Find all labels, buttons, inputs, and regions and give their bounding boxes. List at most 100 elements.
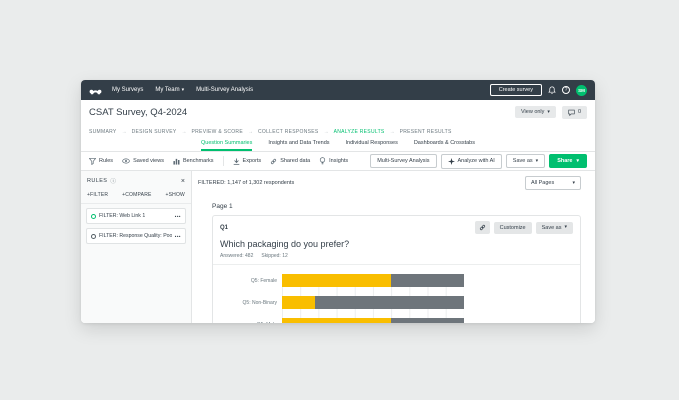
bar-segment[interactable] <box>315 296 464 309</box>
bar-segment[interactable] <box>282 318 391 323</box>
nav-my-team-label: My Team <box>155 87 179 93</box>
step-design-survey[interactable]: DESIGN SURVEY <box>132 129 177 135</box>
benchmarks-button[interactable]: Benchmarks <box>173 158 214 165</box>
add-show-button[interactable]: +SHOW <box>166 192 185 198</box>
multi-survey-analysis-button[interactable]: Multi-Survey Analysis <box>370 154 436 168</box>
rule-label: FILTER: Web Link 1 <box>99 213 145 219</box>
view-only-button[interactable]: View only ▾ <box>515 106 556 118</box>
bar-segment[interactable] <box>282 296 315 309</box>
add-compare-button[interactable]: +COMPARE <box>122 192 151 198</box>
notifications-bell-icon[interactable] <box>548 86 556 95</box>
step-preview-score[interactable]: PREVIEW & SCORE <box>192 129 243 135</box>
pages-select[interactable]: All Pages ▾ <box>525 176 581 190</box>
rules-button[interactable]: Rules <box>89 158 113 165</box>
tab-insights-data-trends[interactable]: Insights and Data Trends <box>268 140 329 151</box>
chevron-down-icon: ▾ <box>564 225 567 230</box>
question-card-header: Q1 Customize <box>213 216 580 238</box>
multi-survey-analysis-label: Multi-Survey Analysis <box>377 158 429 164</box>
analyze-with-ai-label: Analyze with AI <box>458 158 495 164</box>
chart-plot-area <box>282 274 464 323</box>
benchmarks-label: Benchmarks <box>183 158 214 164</box>
saved-views-button[interactable]: Saved views <box>122 158 164 164</box>
app-window: My Surveys My Team ▾ Multi-Survey Analys… <box>81 80 595 323</box>
nav-my-surveys[interactable]: My Surveys <box>112 87 143 93</box>
add-filter-button[interactable]: +FILTER <box>87 192 108 198</box>
rule-label: FILTER: Response Quality: Poor <box>99 233 172 239</box>
info-icon[interactable]: ⓘ <box>110 177 116 185</box>
create-survey-button[interactable]: Create survey <box>490 84 542 96</box>
save-as-button[interactable]: Save as ▾ <box>506 154 545 168</box>
filter-status-icon <box>91 234 96 239</box>
rule-item-web-link[interactable]: FILTER: Web Link 1 ••• <box>86 208 186 224</box>
filter-funnel-icon <box>89 158 96 165</box>
toolbar-divider <box>223 156 224 166</box>
avatar[interactable]: SM <box>576 85 587 96</box>
step-collect-responses[interactable]: COLLECT RESPONSES <box>258 129 319 135</box>
nav-my-team[interactable]: My Team ▾ <box>155 87 184 93</box>
tab-dashboards-crosstabs[interactable]: Dashboards & Crosstabs <box>414 140 475 151</box>
chevron-down-icon: ▾ <box>536 159 539 164</box>
chart-category-labels: Q5: Female Q5: Non-Binary Q5: Male <box>213 274 282 323</box>
tab-individual-responses[interactable]: Individual Responses <box>346 140 398 151</box>
rules-label: Rules <box>99 158 113 164</box>
rules-add-row: +FILTER +COMPARE +SHOW <box>81 189 191 204</box>
exports-button[interactable]: Exports <box>233 158 262 165</box>
bar-row-non-binary <box>282 296 464 309</box>
question-title: Which packaging do you prefer? <box>213 238 580 249</box>
filtered-respondents-text: FILTERED: 1,147 of 1,302 respondents <box>198 180 294 186</box>
bar-segment[interactable] <box>391 274 464 287</box>
customize-button[interactable]: Customize <box>494 222 532 234</box>
nav-multi-survey-analysis-label: Multi-Survey Analysis <box>196 87 253 93</box>
content-area: RULES ⓘ × +FILTER +COMPARE +SHOW FILTER:… <box>81 171 595 323</box>
ellipsis-menu-icon[interactable]: ••• <box>175 214 181 219</box>
question-stats: Answered: 482 Skipped: 12 <box>213 249 580 264</box>
chevron-down-icon: ▾ <box>182 88 185 93</box>
category-label: Q5: Non-Binary <box>213 296 282 309</box>
toolbar-right: Multi-Survey Analysis Analyze with AI Sa… <box>370 154 587 169</box>
page-label: Page 1 <box>212 203 581 210</box>
card-save-as-button[interactable]: Save as ▾ <box>536 222 573 234</box>
main-panel: FILTERED: 1,147 of 1,302 respondents All… <box>192 171 595 323</box>
surveymonkey-logo-icon[interactable] <box>89 86 102 95</box>
comment-bubble-icon <box>568 109 575 116</box>
title-bar: CSAT Survey, Q4-2024 View only ▾ 0 <box>81 100 595 124</box>
step-present-results[interactable]: PRESENT RESULTS <box>400 129 452 135</box>
tab-question-summaries[interactable]: Question Summaries <box>201 140 252 151</box>
step-summary[interactable]: SUMMARY <box>89 129 117 135</box>
step-analyze-results[interactable]: ANALYZE RESULTS <box>334 129 385 135</box>
chevron-down-icon: ▾ <box>572 181 575 186</box>
insights-button[interactable]: Insights <box>319 157 348 165</box>
save-as-label: Save as <box>513 158 533 164</box>
analyze-toolbar: Rules Saved views Benchmarks Exports <box>81 152 595 171</box>
link-icon <box>479 224 486 231</box>
bar-segment[interactable] <box>282 274 391 287</box>
comments-button[interactable]: 0 <box>562 106 587 119</box>
shared-data-label: Shared data <box>280 158 310 164</box>
share-chart-button[interactable] <box>475 221 490 234</box>
comment-count: 0 <box>578 109 581 115</box>
title-actions: View only ▾ 0 <box>515 106 587 119</box>
close-icon[interactable]: × <box>181 178 185 185</box>
ellipsis-menu-icon[interactable]: ••• <box>175 234 181 239</box>
share-button[interactable]: Share ▾ <box>549 154 587 168</box>
survey-steps: SUMMARY → DESIGN SURVEY → PREVIEW & SCOR… <box>81 124 595 139</box>
view-only-label: View only <box>521 109 544 115</box>
shared-data-button[interactable]: Shared data <box>270 158 310 165</box>
page-title: CSAT Survey, Q4-2024 <box>89 107 187 118</box>
bar-segment[interactable] <box>391 318 464 323</box>
analyze-tabs: Question Summaries Insights and Data Tre… <box>81 139 595 152</box>
share-label: Share <box>557 158 572 164</box>
download-icon <box>233 158 240 165</box>
bar-row-male <box>282 318 464 323</box>
chevron-down-icon: ▾ <box>547 110 550 115</box>
nav-multi-survey-analysis[interactable]: Multi-Survey Analysis <box>196 87 253 93</box>
arrow-right-icon: → <box>324 129 329 135</box>
pages-select-value: All Pages <box>531 180 554 186</box>
rule-item-response-quality[interactable]: FILTER: Response Quality: Poor ••• <box>86 228 186 244</box>
rules-sidebar: RULES ⓘ × +FILTER +COMPARE +SHOW FILTER:… <box>81 171 192 323</box>
answered-count: Answered: 482 <box>220 253 253 259</box>
chevron-down-icon: ▾ <box>576 159 579 164</box>
arrow-right-icon: → <box>248 129 253 135</box>
help-icon[interactable]: ? <box>562 86 570 94</box>
analyze-with-ai-button[interactable]: Analyze with AI <box>441 154 502 169</box>
